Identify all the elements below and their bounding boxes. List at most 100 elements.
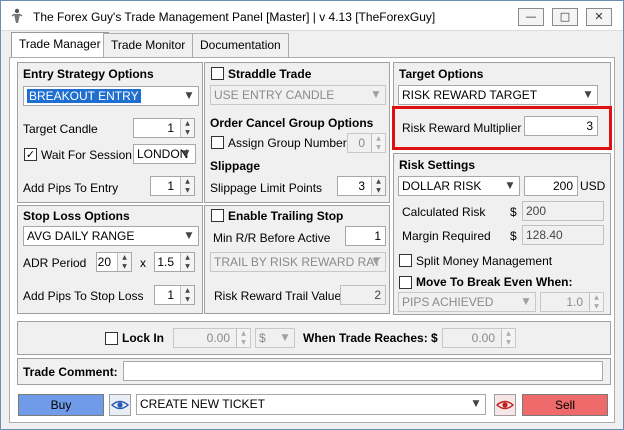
stop-loss-type-select[interactable]: AVG DAILY RANGE ▼ <box>23 226 199 246</box>
margin-required-symbol: $ <box>510 229 517 243</box>
spin-buttons[interactable]: ▲ ▼ <box>180 119 194 137</box>
sell-label: Sell <box>554 398 575 412</box>
assign-group-label: Assign Group Number <box>228 136 347 150</box>
lock-in-reaches-stepper[interactable]: 0.00 ▲ ▼ <box>442 328 516 348</box>
buy-label: Buy <box>50 398 72 412</box>
eye-icon <box>495 400 515 410</box>
chevron-down-icon: ▼ <box>584 90 592 100</box>
rr-multiplier-label: Risk Reward Multiplier <box>402 121 522 135</box>
group-number-value: 0 <box>358 136 365 150</box>
lock-in-currency-value: $ <box>259 331 266 345</box>
chevron-down-icon: ▼ <box>472 399 480 409</box>
group-number-stepper[interactable]: 0 ▲ ▼ <box>347 133 386 153</box>
tab-trade-manager[interactable]: Trade Manager <box>11 32 109 58</box>
break-even-label: Move To Break Even When: <box>416 275 573 289</box>
spin-buttons[interactable]: ▲ ▼ <box>371 177 385 195</box>
target-type-select[interactable]: RISK REWARD TARGET ▼ <box>398 85 598 105</box>
lock-in-label: Lock In <box>122 331 165 345</box>
buy-eye-button[interactable] <box>109 394 131 416</box>
when-reaches-label: When Trade Reaches: $ <box>303 331 438 345</box>
adr-period-label: ADR Period <box>23 256 87 270</box>
slippage-title: Slippage <box>210 159 261 173</box>
tab-label: Documentation <box>200 38 281 52</box>
target-candle-label: Target Candle <box>23 122 98 136</box>
target-options-title: Target Options <box>399 67 484 81</box>
session-select[interactable]: LONDON ▼ <box>133 144 196 164</box>
spin-buttons[interactable]: ▲ ▼ <box>180 253 194 271</box>
lock-in-amount-value: 0.00 <box>206 331 230 345</box>
lock-in-amount-stepper[interactable]: 0.00 ▲ ▼ <box>173 328 251 348</box>
tab-label: Trade Manager <box>19 37 101 51</box>
entry-strategy-title: Entry Strategy Options <box>23 67 154 81</box>
tab-trade-monitor[interactable]: Trade Monitor <box>103 33 194 57</box>
split-mm-label: Split Money Management <box>416 254 553 268</box>
break-even-mode-select[interactable]: PIPS ACHIEVED ▼ <box>398 292 536 312</box>
ticket-select[interactable]: CREATE NEW TICKET ▼ <box>136 394 486 415</box>
trade-comment-input[interactable] <box>123 361 603 381</box>
add-pips-entry-label: Add Pips To Entry <box>23 181 119 195</box>
stop-loss-type-value: AVG DAILY RANGE <box>27 229 135 243</box>
spin-buttons[interactable]: ▲ ▼ <box>236 329 250 347</box>
lock-in-checkbox[interactable] <box>105 332 118 345</box>
straddle-checkbox[interactable] <box>211 67 224 80</box>
add-pips-entry-value: 1 <box>167 179 174 193</box>
adr-multiplier-stepper[interactable]: 1.5 ▲ ▼ <box>154 252 195 272</box>
split-mm-checkbox[interactable] <box>399 254 412 267</box>
margin-required-label: Margin Required <box>402 229 491 243</box>
trade-comment-label: Trade Comment: <box>23 365 118 379</box>
chevron-down-icon: ▼ <box>182 149 190 159</box>
spin-buttons[interactable]: ▲ ▼ <box>371 134 385 152</box>
spin-buttons[interactable]: ▲ ▼ <box>117 253 131 271</box>
add-pips-entry-stepper[interactable]: 1 ▲ ▼ <box>150 176 195 196</box>
adr-period-stepper[interactable]: 20 ▲ ▼ <box>96 252 132 272</box>
tab-label: Trade Monitor <box>111 38 186 52</box>
entry-strategy-select[interactable]: BREAKOUT ENTRY ▼ <box>23 86 199 106</box>
add-pips-stop-value: 1 <box>167 288 174 302</box>
straddle-candle-select[interactable]: USE ENTRY CANDLE ▼ <box>210 85 386 105</box>
trailing-stop-checkbox[interactable] <box>211 209 224 222</box>
chevron-down-icon: ▼ <box>522 297 530 307</box>
adr-period-value: 20 <box>97 255 111 269</box>
lock-in-currency-select[interactable]: $ ▼ <box>255 328 295 348</box>
slippage-stepper[interactable]: 3 ▲ ▼ <box>337 176 386 196</box>
app-window: The Forex Guy's Trade Management Panel [… <box>0 0 624 430</box>
assign-group-checkbox[interactable] <box>211 136 224 149</box>
min-rr-input[interactable]: 1 <box>345 226 386 246</box>
wait-session-checkbox[interactable]: ✓ <box>24 148 37 161</box>
break-even-checkbox[interactable] <box>399 276 412 289</box>
wait-session-label: Wait For Session <box>41 148 132 162</box>
spin-buttons[interactable]: ▲ ▼ <box>501 329 515 347</box>
slippage-value: 3 <box>358 179 365 193</box>
add-pips-stop-stepper[interactable]: 1 ▲ ▼ <box>154 285 195 305</box>
sell-button[interactable]: Sell <box>522 394 608 416</box>
close-button[interactable]: ✕ <box>586 8 612 26</box>
risk-amount-input[interactable]: 200 <box>524 176 578 196</box>
window-title: The Forex Guy's Trade Management Panel [… <box>33 10 436 24</box>
maximize-button[interactable]: □ <box>552 8 578 26</box>
oco-title: Order Cancel Group Options <box>210 116 374 130</box>
spin-buttons[interactable]: ▲ ▼ <box>589 293 603 311</box>
spin-buttons[interactable]: ▲ ▼ <box>180 286 194 304</box>
straddle-label: Straddle Trade <box>228 67 312 81</box>
margin-required-field: 128.40 <box>522 225 604 245</box>
buy-button[interactable]: Buy <box>18 394 104 416</box>
target-type-value: RISK REWARD TARGET <box>402 88 538 102</box>
rr-multiplier-input[interactable]: 3 <box>524 116 598 136</box>
straddle-candle-value: USE ENTRY CANDLE <box>214 88 335 102</box>
add-pips-stop-label: Add Pips To Stop Loss <box>23 289 144 303</box>
minimize-button[interactable]: — <box>518 8 544 26</box>
target-candle-stepper[interactable]: 1 ▲ ▼ <box>133 118 195 138</box>
trail-mode-value: TRAIL BY RISK REWARD RAT <box>214 255 381 269</box>
break-even-value-stepper[interactable]: 1.0 ▲ ▼ <box>540 292 604 312</box>
risk-type-value: DOLLAR RISK <box>402 179 482 193</box>
trail-mode-select[interactable]: TRAIL BY RISK REWARD RAT ▼ <box>210 252 386 272</box>
eye-icon <box>110 400 130 410</box>
tab-documentation[interactable]: Documentation <box>192 33 289 57</box>
break-even-mode-value: PIPS ACHIEVED <box>402 295 494 309</box>
entry-strategy-value: BREAKOUT ENTRY <box>27 89 141 103</box>
spin-buttons[interactable]: ▲ ▼ <box>180 177 194 195</box>
slippage-label: Slippage Limit Points <box>210 181 323 195</box>
sell-eye-button[interactable] <box>494 394 516 416</box>
risk-type-select[interactable]: DOLLAR RISK ▼ <box>398 176 520 196</box>
adr-multiplier-value: 1.5 <box>157 255 174 269</box>
